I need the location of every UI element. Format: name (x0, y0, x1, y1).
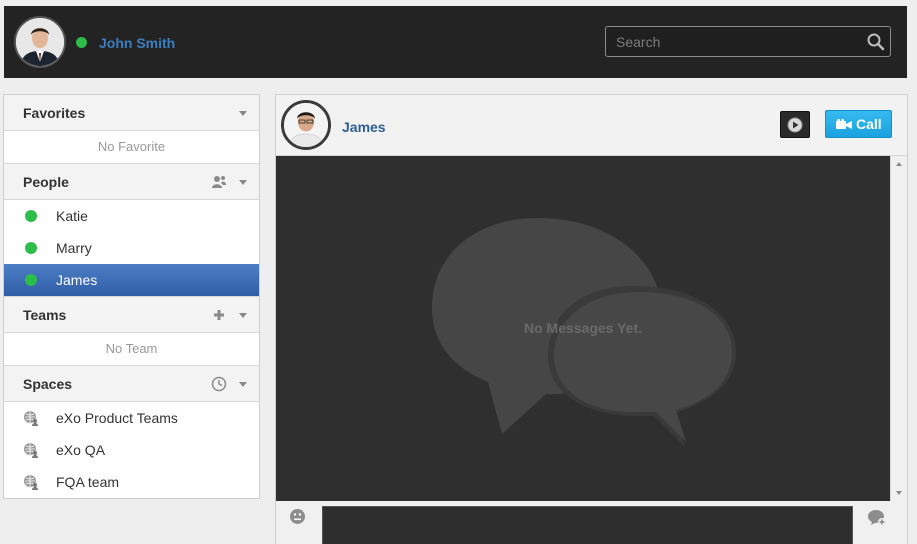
message-input[interactable] (322, 506, 853, 544)
scroll-down-icon[interactable] (896, 491, 902, 495)
user-name[interactable]: John Smith (99, 35, 175, 51)
search-icon[interactable] (866, 32, 886, 52)
chat-panel: James Call No Messages Yet. (275, 94, 908, 544)
online-status-dot (25, 210, 37, 222)
chevron-down-icon[interactable] (239, 382, 247, 387)
people-item-marry[interactable]: Marry (4, 232, 259, 264)
user-avatar[interactable] (14, 16, 66, 68)
top-bar: John Smith (4, 6, 907, 78)
search-box[interactable] (605, 26, 891, 57)
space-item-exo-qa[interactable]: eXo QA (4, 434, 259, 466)
people-filter-icon[interactable] (211, 174, 227, 190)
space-item-label: FQA team (56, 474, 120, 490)
teams-title: Teams (23, 307, 67, 323)
plus-icon[interactable] (211, 307, 227, 323)
video-camera-icon (836, 119, 852, 129)
space-icon (24, 443, 38, 458)
online-status-dot (76, 37, 87, 48)
clock-icon[interactable] (211, 376, 227, 392)
emoji-icon[interactable] (289, 508, 306, 525)
message-composer (276, 501, 907, 544)
chevron-down-icon[interactable] (239, 180, 247, 185)
space-item-fqa-team[interactable]: FQA team (4, 466, 259, 498)
meeting-button[interactable] (780, 111, 810, 138)
chevron-down-icon[interactable] (239, 111, 247, 116)
contact-avatar[interactable] (281, 100, 331, 150)
space-icon (24, 475, 38, 490)
call-label: Call (856, 116, 882, 132)
space-item-exo-product-teams[interactable]: eXo Product Teams (4, 402, 259, 434)
favorites-header[interactable]: Favorites (4, 95, 259, 131)
space-item-label: eXo Product Teams (56, 410, 178, 426)
people-item-james[interactable]: James (4, 264, 259, 296)
chevron-down-icon[interactable] (239, 313, 247, 318)
add-message-icon[interactable] (867, 509, 887, 527)
people-title: People (23, 174, 69, 190)
call-button[interactable]: Call (825, 110, 892, 138)
spaces-header[interactable]: Spaces (4, 366, 259, 402)
chat-header: James Call (276, 95, 907, 156)
online-status-dot (25, 274, 37, 286)
favorites-title: Favorites (23, 105, 86, 121)
spaces-title: Spaces (23, 376, 73, 392)
people-item-label: James (56, 272, 98, 288)
play-icon (787, 117, 803, 133)
people-item-katie[interactable]: Katie (4, 200, 259, 232)
favorites-empty: No Favorite (4, 131, 259, 164)
teams-empty: No Team (4, 333, 259, 366)
spaces-list: eXo Product Teams eXo QA FQA team (4, 402, 259, 498)
empty-messages-text: No Messages Yet. (523, 320, 643, 336)
messages-scrollbar[interactable] (890, 156, 907, 501)
scroll-up-icon[interactable] (896, 162, 902, 166)
search-input[interactable] (606, 27, 890, 56)
messages-area[interactable]: No Messages Yet. (276, 156, 890, 501)
people-header[interactable]: People (4, 164, 259, 200)
people-list: Katie Marry James (4, 200, 259, 297)
space-icon (24, 411, 38, 426)
space-item-label: eXo QA (56, 442, 106, 458)
contact-name[interactable]: James (342, 119, 386, 135)
people-item-label: Katie (56, 208, 88, 224)
sidebar: Favorites No Favorite People Katie Marry… (3, 94, 260, 499)
online-status-dot (25, 242, 37, 254)
teams-header[interactable]: Teams (4, 297, 259, 333)
people-item-label: Marry (56, 240, 92, 256)
